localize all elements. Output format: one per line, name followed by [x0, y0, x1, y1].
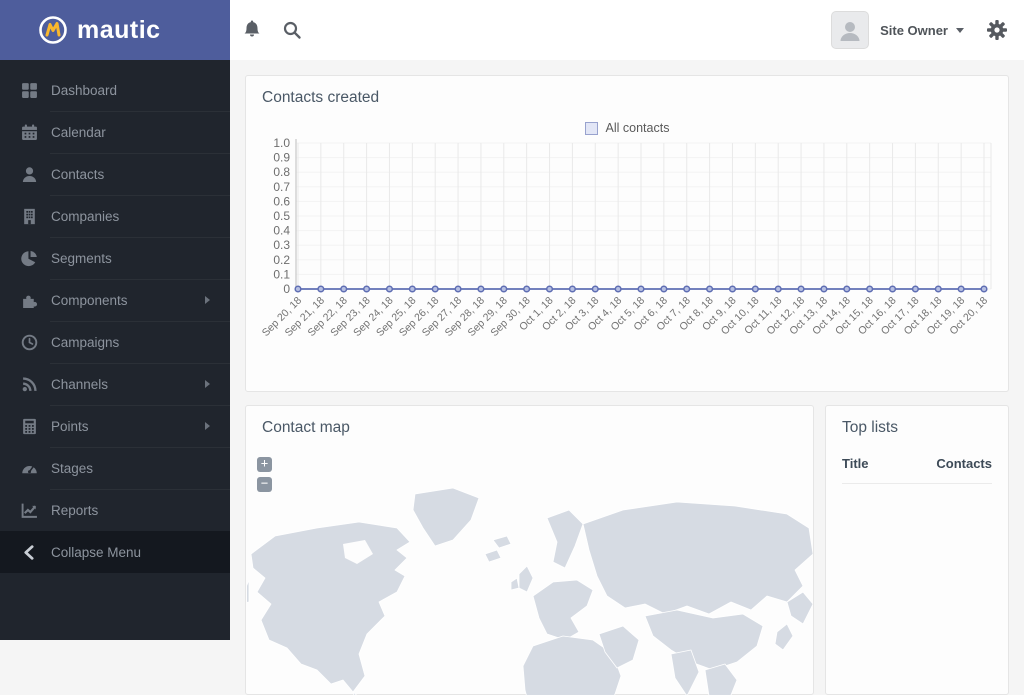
svg-text:0.1: 0.1 [273, 267, 290, 281]
sidebar-item-companies[interactable]: Companies [0, 195, 230, 237]
panel-title: Top lists [842, 419, 898, 437]
chevron-left-icon [21, 544, 38, 561]
sidebar-item-reports[interactable]: Reports [0, 489, 230, 531]
sidebar-item-label: Channels [51, 377, 108, 392]
sidebar-item-label: Segments [51, 251, 112, 266]
mautic-logo-icon [38, 15, 68, 45]
dashboard-icon [21, 82, 38, 99]
sidebar-item-label: Components [51, 293, 128, 308]
search-icon[interactable] [280, 18, 304, 42]
calendar-icon [21, 124, 38, 141]
contacts-created-line-chart: 1.00.90.80.70.60.50.40.30.20.10Sep 20, 1… [256, 136, 1000, 384]
gauge-icon [21, 460, 38, 477]
pie-chart-icon [21, 250, 38, 267]
top-header: mautic Site Owner [0, 0, 1024, 60]
svg-text:1.0: 1.0 [273, 136, 290, 150]
sidebar-item-points[interactable]: Points [0, 405, 230, 447]
sidebar-item-label: Points [51, 419, 89, 434]
panel-title: Contact map [262, 419, 350, 437]
sidebar-item-label: Dashboard [51, 83, 117, 98]
notifications-bell-icon[interactable] [240, 18, 264, 42]
top-lists-panel: Top lists Title Contacts [825, 405, 1009, 695]
sidebar-item-label: Calendar [51, 125, 106, 140]
contact-map-panel: Contact map + − [245, 405, 814, 695]
svg-text:0.8: 0.8 [273, 165, 290, 179]
contacts-created-panel: Contacts created All contacts 1.00.90.80… [245, 75, 1009, 392]
sidebar-item-components[interactable]: Components [0, 279, 230, 321]
puzzle-icon [21, 292, 38, 309]
user-icon [21, 166, 38, 183]
sidebar-item-label: Companies [51, 209, 119, 224]
line-chart-icon [21, 502, 38, 519]
sidebar-item-calendar[interactable]: Calendar [0, 111, 230, 153]
svg-text:0: 0 [283, 282, 290, 296]
chevron-right-icon [205, 422, 210, 430]
column-contacts: Contacts [936, 456, 992, 471]
settings-gear-icon[interactable] [986, 19, 1008, 41]
sidebar-item-dashboard[interactable]: Dashboard [0, 69, 230, 111]
clock-icon [21, 334, 38, 351]
chart-legend: All contacts [246, 121, 1008, 135]
sidebar-item-label: Stages [51, 461, 93, 476]
chevron-right-icon [205, 296, 210, 304]
sidebar-nav: Dashboard Calendar Contacts Companies [0, 60, 230, 640]
legend-checkbox[interactable] [585, 122, 598, 135]
svg-text:0.2: 0.2 [273, 253, 290, 267]
sidebar-collapse-menu[interactable]: Collapse Menu [0, 531, 230, 573]
avatar[interactable] [832, 12, 868, 48]
avatar-person-icon [837, 17, 863, 43]
sidebar-item-segments[interactable]: Segments [0, 237, 230, 279]
collapse-menu-label: Collapse Menu [51, 545, 141, 560]
sidebar-item-stages[interactable]: Stages [0, 447, 230, 489]
rss-icon [21, 376, 38, 393]
mautic-logo[interactable]: mautic [0, 0, 230, 60]
sidebar-item-label: Contacts [51, 167, 104, 182]
map-zoom-in-button[interactable]: + [257, 457, 272, 472]
sidebar-item-contacts[interactable]: Contacts [0, 153, 230, 195]
user-menu-label[interactable]: Site Owner [880, 23, 948, 38]
svg-text:0.6: 0.6 [273, 194, 290, 208]
building-icon [21, 208, 38, 225]
column-title: Title [842, 456, 869, 471]
top-lists-header-row: Title Contacts [842, 456, 992, 484]
sidebar-item-label: Reports [51, 503, 98, 518]
panel-title: Contacts created [262, 89, 379, 107]
svg-text:0.3: 0.3 [273, 238, 290, 252]
sidebar-item-channels[interactable]: Channels [0, 363, 230, 405]
svg-text:0.4: 0.4 [273, 224, 290, 238]
chevron-right-icon [205, 380, 210, 388]
calculator-icon [21, 418, 38, 435]
svg-text:0.7: 0.7 [273, 180, 290, 194]
world-map[interactable] [247, 484, 813, 695]
brand-wordmark: mautic [77, 16, 161, 45]
svg-text:0.5: 0.5 [273, 209, 290, 223]
sidebar-item-campaigns[interactable]: Campaigns [0, 321, 230, 363]
legend-label: All contacts [606, 121, 670, 135]
svg-text:0.9: 0.9 [273, 151, 290, 165]
sidebar-item-label: Campaigns [51, 335, 119, 350]
chevron-down-icon[interactable] [956, 28, 964, 33]
